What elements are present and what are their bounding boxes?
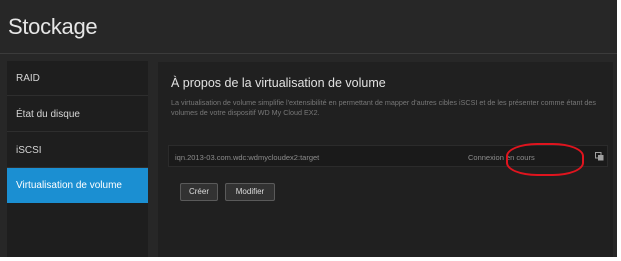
copy-icon[interactable] xyxy=(595,152,604,161)
create-button[interactable]: Créer xyxy=(180,183,218,201)
sidebar-item-raid[interactable]: RAID xyxy=(7,61,148,96)
section-heading: À propos de la virtualisation de volume xyxy=(171,76,386,90)
section-description: La virtualisation de volume simplifie l'… xyxy=(171,98,597,117)
sidebar-item-iscsi[interactable]: iSCSI xyxy=(7,133,148,168)
sidebar: RAID État du disque iSCSI Virtualisation… xyxy=(7,61,148,257)
sidebar-item-disk-status[interactable]: État du disque xyxy=(7,97,148,132)
edit-button[interactable]: Modifier xyxy=(225,183,275,201)
storage-window: Stockage RAID État du disque iSCSI Virtu… xyxy=(0,0,617,257)
sidebar-item-volume-virtualization[interactable]: Virtualisation de volume xyxy=(7,168,148,203)
header-divider xyxy=(0,53,617,54)
target-name: iqn.2013-03.com.wdc:wdmycloudex2:target xyxy=(175,153,320,162)
annotation-highlight-circle xyxy=(506,143,584,176)
page-title: Stockage xyxy=(8,14,98,39)
